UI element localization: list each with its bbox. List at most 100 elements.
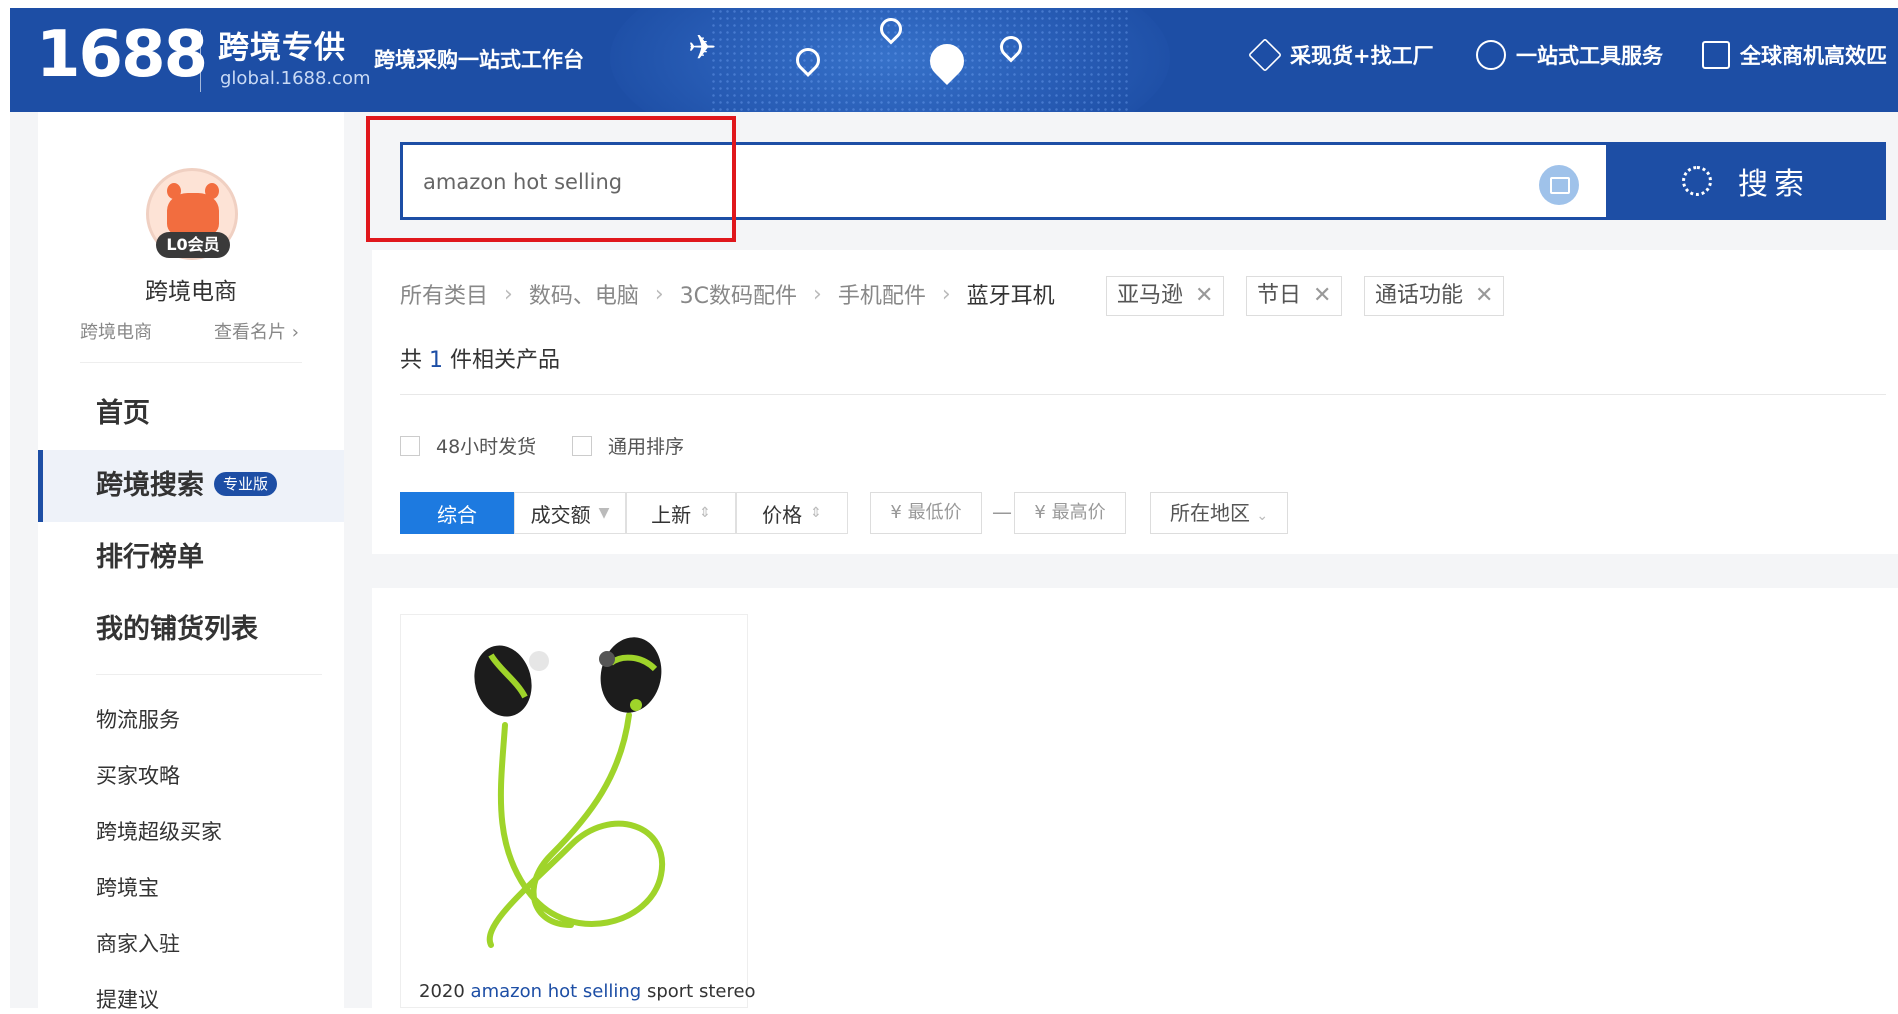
- breadcrumb: 所有类目 › 数码、电脑 › 3C数码配件 › 手机配件 › 蓝牙耳机: [400, 278, 1055, 310]
- pro-badge: 专业版: [214, 471, 278, 496]
- checkbox[interactable]: [572, 435, 592, 456]
- sort-tab-price[interactable]: 价格 ⇕: [736, 492, 848, 534]
- sort-tab-new[interactable]: 上新 ⇕: [626, 492, 736, 534]
- image-search-icon[interactable]: [1539, 165, 1579, 205]
- sort-tab-comprehensive[interactable]: 综合: [400, 492, 514, 534]
- checkbox-48h-shipping[interactable]: 48小时发货: [400, 432, 536, 459]
- nav-label: 一站式工具服务: [1516, 44, 1663, 68]
- nav-global-opportunities[interactable]: 全球商机高效匹: [1702, 40, 1887, 70]
- sidebar-item-kuajingbao[interactable]: 跨境宝: [96, 872, 159, 902]
- breadcrumb-item[interactable]: 所有类目: [400, 278, 488, 310]
- top-header: 1688 跨境专供 global.1688.com 跨境采购一站式工作台 ✈ 采…: [10, 8, 1898, 112]
- loading-spinner-icon: [1682, 166, 1712, 196]
- max-price-input[interactable]: ¥ 最高价: [1014, 492, 1126, 534]
- result-count: 共 1 件相关产品: [400, 342, 560, 374]
- filter-tag[interactable]: 亚马逊 ✕: [1106, 276, 1225, 316]
- avatar-face: [167, 193, 219, 237]
- diamond-icon: [1248, 38, 1282, 72]
- breadcrumb-item[interactable]: 3C数码配件: [680, 278, 797, 310]
- breadcrumb-current: 蓝牙耳机: [966, 284, 1055, 309]
- result-count-prefix: 共: [400, 348, 423, 373]
- divider: [96, 674, 322, 675]
- caret-down-icon: ▼: [598, 505, 610, 521]
- filter-tag[interactable]: 节日 ✕: [1246, 276, 1343, 316]
- product-title[interactable]: 2020 amazon hot selling sport stereo: [419, 981, 756, 1002]
- sidebar-item-super-buyer[interactable]: 跨境超级买家: [96, 816, 222, 846]
- breadcrumb-item[interactable]: 手机配件: [838, 278, 926, 310]
- sort-arrows-icon: ⇕: [699, 505, 711, 521]
- chevron-right-icon: ›: [504, 281, 513, 307]
- annotation-highlight: [366, 116, 736, 242]
- logo-title[interactable]: 跨境专供: [218, 22, 346, 67]
- filter-tag-label: 亚马逊: [1117, 283, 1184, 308]
- nav-label: 全球商机高效匹: [1740, 44, 1887, 68]
- page-background-left: [10, 112, 38, 1008]
- sidebar: L0会员 跨境电商 跨境电商 查看名片 › 首页 跨境搜索 专业版 排行榜单 我的…: [38, 140, 344, 1012]
- close-icon[interactable]: ✕: [1475, 277, 1493, 315]
- product-title-keyword: amazon hot selling: [470, 981, 642, 1002]
- region-dropdown[interactable]: 所在地区 ⌄: [1150, 492, 1288, 534]
- nav-label: 采现货+找工厂: [1290, 44, 1434, 68]
- sort-arrows-icon: ⇕: [810, 505, 822, 521]
- sidebar-item-feedback[interactable]: 提建议: [96, 984, 159, 1014]
- product-image[interactable]: [421, 625, 721, 965]
- breadcrumb-item[interactable]: 数码、电脑: [529, 278, 639, 310]
- sort-tab-label: 成交额: [530, 502, 591, 527]
- product-title-suffix: sport stereo: [646, 981, 756, 1002]
- sidebar-item-label: 跨境搜索: [96, 470, 204, 501]
- results-separator: [372, 554, 1898, 588]
- header-slogan: 跨境采购一站式工作台: [374, 48, 584, 72]
- region-label: 所在地区: [1169, 501, 1250, 525]
- filter-tag-label: 节日: [1257, 283, 1302, 308]
- checkbox[interactable]: [400, 435, 420, 456]
- close-icon[interactable]: ✕: [1313, 277, 1331, 315]
- divider: [80, 362, 302, 363]
- pie-chart-icon: [1476, 40, 1506, 70]
- world-map-dots: [710, 8, 1130, 112]
- sidebar-item-merchant-join[interactable]: 商家入驻: [96, 928, 180, 958]
- page-background-gutter: [344, 112, 372, 1008]
- chevron-right-icon: ›: [291, 322, 299, 343]
- chevron-down-icon: ⌄: [1256, 508, 1269, 524]
- checkbox-label: 通用排序: [608, 436, 685, 458]
- close-icon[interactable]: ✕: [1195, 277, 1213, 315]
- sort-tab-label: 价格: [762, 502, 803, 527]
- filter-tag-label: 通话功能: [1375, 283, 1464, 308]
- sort-tab-label: 综合: [437, 502, 477, 527]
- search-button-label: 搜索: [1738, 167, 1810, 202]
- nav-tool-services[interactable]: 一站式工具服务: [1476, 40, 1663, 70]
- sidebar-item-buyer-guide[interactable]: 买家攻略: [96, 760, 180, 790]
- chevron-right-icon: ›: [654, 281, 664, 307]
- checkbox-general-sort[interactable]: 通用排序: [572, 432, 684, 459]
- sidebar-item-rankings[interactable]: 排行榜单: [38, 522, 344, 594]
- product-card[interactable]: 2020 amazon hot selling sport stereo: [400, 614, 756, 1008]
- logo-domain: global.1688.com: [220, 68, 371, 89]
- sort-tab-sales[interactable]: 成交额 ▼: [514, 492, 626, 534]
- result-count-number: 1: [429, 348, 444, 373]
- user-type: 跨境电商: [80, 322, 152, 343]
- sidebar-item-home[interactable]: 首页: [38, 378, 344, 450]
- user-name: 跨境电商: [145, 279, 237, 305]
- view-card-label: 查看名片: [214, 322, 286, 343]
- sidebar-item-my-listings[interactable]: 我的铺货列表: [38, 594, 344, 666]
- logo-1688[interactable]: 1688: [36, 18, 208, 92]
- chevron-right-icon: ›: [941, 281, 951, 307]
- search-button[interactable]: 搜索: [1606, 142, 1886, 220]
- price-range-dash: —: [992, 500, 1012, 524]
- member-level-badge: L0会员: [156, 232, 230, 258]
- result-count-suffix: 件相关产品: [450, 348, 561, 373]
- sort-tab-label: 上新: [651, 502, 692, 527]
- view-card-link[interactable]: 查看名片 ›: [214, 318, 299, 344]
- nav-source-goods[interactable]: 采现货+找工厂: [1248, 38, 1434, 72]
- filter-tag[interactable]: 通话功能 ✕: [1364, 276, 1505, 316]
- sidebar-item-logistics[interactable]: 物流服务: [96, 704, 180, 734]
- chevron-right-icon: ›: [813, 281, 822, 307]
- airplane-icon: ✈: [688, 28, 717, 68]
- product-title-prefix: 2020: [419, 981, 465, 1002]
- box-icon: [1702, 41, 1730, 69]
- sidebar-item-cross-border-search[interactable]: 跨境搜索 专业版: [38, 450, 344, 522]
- min-price-input[interactable]: ¥ 最低价: [870, 492, 982, 534]
- logo-divider: [200, 30, 201, 92]
- checkbox-label: 48小时发货: [436, 436, 537, 458]
- divider: [400, 394, 1886, 395]
